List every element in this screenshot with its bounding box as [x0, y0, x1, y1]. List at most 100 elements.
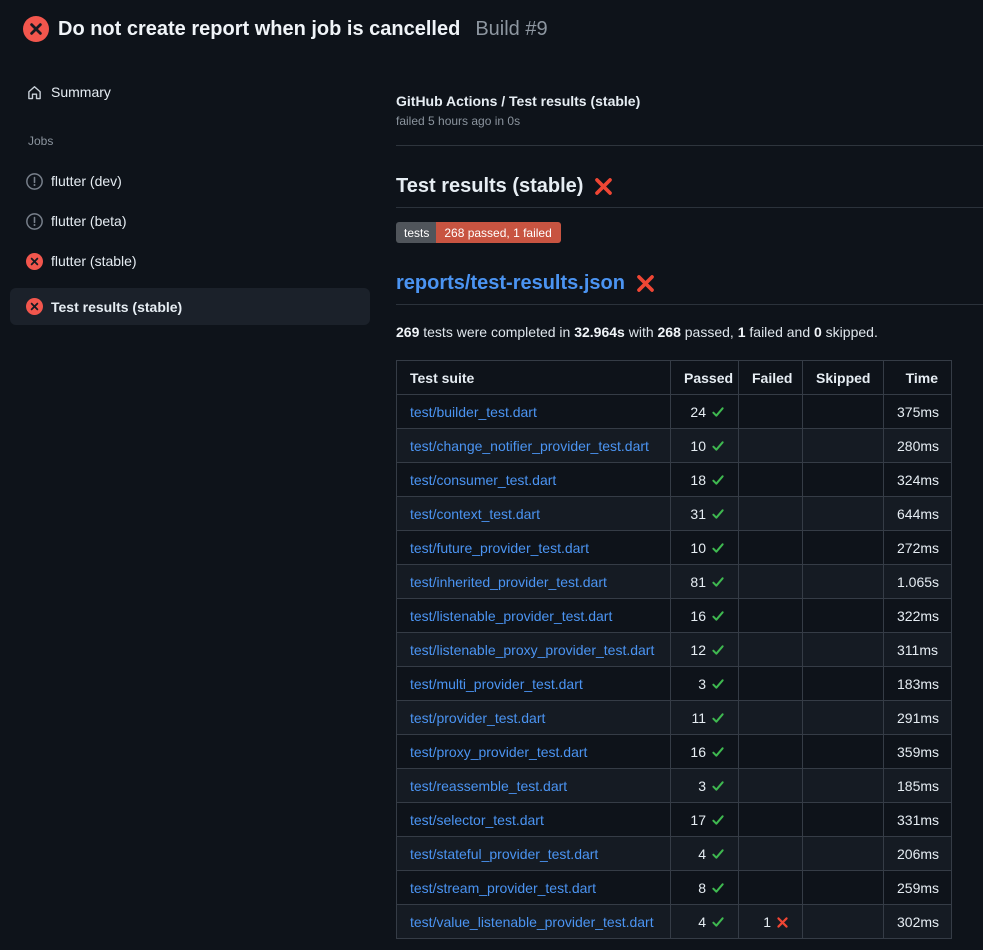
suite-link[interactable]: test/future_provider_test.dart — [410, 540, 589, 556]
suite-link[interactable]: test/inherited_provider_test.dart — [410, 574, 607, 590]
table-row: test/stateful_provider_test.dart 4 206ms — [397, 837, 952, 871]
table-row: test/reassemble_test.dart 3 185ms — [397, 769, 952, 803]
suite-cell: test/change_notifier_provider_test.dart — [397, 429, 671, 463]
tests-badge: tests 268 passed, 1 failed — [396, 222, 561, 243]
suite-cell: test/selector_test.dart — [397, 803, 671, 837]
suite-link[interactable]: test/stateful_provider_test.dart — [410, 846, 598, 862]
col-time: Time — [884, 361, 952, 395]
section-heading-text: Test results (stable) — [396, 175, 583, 198]
skipped-cell — [803, 871, 884, 905]
passed-cell: 17 — [671, 803, 739, 837]
sidebar-item-test-results-stable[interactable]: Test results (stable) — [10, 288, 370, 325]
report-file-link[interactable]: reports/test-results.json — [396, 272, 625, 295]
sidebar-item-flutter-beta[interactable]: flutter (beta) — [10, 208, 370, 234]
passed-cell: 12 — [671, 633, 739, 667]
failed-cell — [739, 395, 803, 429]
count-value: 4 — [698, 846, 706, 862]
passed-cell: 3 — [671, 769, 739, 803]
col-test-suite: Test suite — [397, 361, 671, 395]
skipped-cell — [803, 905, 884, 939]
failed-cell — [739, 735, 803, 769]
run-failed-icon — [23, 16, 49, 42]
check-icon — [711, 915, 725, 929]
suite-link[interactable]: test/listenable_proxy_provider_test.dart — [410, 642, 654, 658]
table-row: test/listenable_provider_test.dart 16 32… — [397, 599, 952, 633]
count-value: 4 — [698, 914, 706, 930]
check-icon — [711, 541, 725, 555]
report-file-heading: reports/test-results.json — [396, 272, 983, 305]
check-icon — [711, 643, 725, 657]
time-cell: 272ms — [884, 531, 952, 565]
breadcrumb: GitHub Actions / Test results (stable) — [396, 93, 983, 109]
suite-cell: test/proxy_provider_test.dart — [397, 735, 671, 769]
col-failed: Failed — [739, 361, 803, 395]
skipped-cell — [803, 701, 884, 735]
suite-link[interactable]: test/listenable_provider_test.dart — [410, 608, 612, 624]
passed-cell: 4 — [671, 837, 739, 871]
suite-cell: test/listenable_proxy_provider_test.dart — [397, 633, 671, 667]
check-icon — [711, 405, 725, 419]
failed-icon — [26, 298, 43, 315]
table-row: test/inherited_provider_test.dart 81 1.0… — [397, 565, 952, 599]
failed-cell — [739, 463, 803, 497]
suite-link[interactable]: test/change_notifier_provider_test.dart — [410, 438, 649, 454]
suite-link[interactable]: test/reassemble_test.dart — [410, 778, 567, 794]
passed-cell: 31 — [671, 497, 739, 531]
failed-cell — [739, 497, 803, 531]
count-value: 24 — [690, 404, 706, 420]
suite-link[interactable]: test/value_listenable_provider_test.dart — [410, 914, 654, 930]
suite-cell: test/multi_provider_test.dart — [397, 667, 671, 701]
suite-link[interactable]: test/selector_test.dart — [410, 812, 544, 828]
failed-cell — [739, 429, 803, 463]
sidebar-item-summary[interactable]: Summary — [10, 79, 370, 105]
check-icon — [711, 507, 725, 521]
x-icon — [776, 916, 789, 929]
jobs-list: flutter (dev) flutter (beta) flutter (st… — [0, 168, 380, 325]
count-value: 1 — [763, 914, 771, 930]
cross-mark-icon — [593, 176, 614, 197]
table-row: test/context_test.dart 31 644ms — [397, 497, 952, 531]
count-value: 18 — [690, 472, 706, 488]
passed-cell: 3 — [671, 667, 739, 701]
suite-link[interactable]: test/stream_provider_test.dart — [410, 880, 596, 896]
suite-link[interactable]: test/builder_test.dart — [410, 404, 537, 420]
suite-cell: test/stateful_provider_test.dart — [397, 837, 671, 871]
count-value: 3 — [698, 676, 706, 692]
passed-cell: 81 — [671, 565, 739, 599]
failed-cell — [739, 599, 803, 633]
sidebar-item-flutter-dev[interactable]: flutter (dev) — [10, 168, 370, 194]
suite-link[interactable]: test/context_test.dart — [410, 506, 540, 522]
failed-cell — [739, 837, 803, 871]
skipped-cell — [803, 735, 884, 769]
sidebar-item-flutter-stable[interactable]: flutter (stable) — [10, 248, 370, 274]
failed-cell — [739, 871, 803, 905]
passed-cell: 16 — [671, 735, 739, 769]
time-cell: 311ms — [884, 633, 952, 667]
skipped-cell — [803, 463, 884, 497]
section-heading: Test results (stable) — [396, 175, 983, 208]
time-cell: 280ms — [884, 429, 952, 463]
table-row: test/consumer_test.dart 18 324ms — [397, 463, 952, 497]
time-cell: 206ms — [884, 837, 952, 871]
suite-link[interactable]: test/proxy_provider_test.dart — [410, 744, 587, 760]
time-cell: 291ms — [884, 701, 952, 735]
suite-link[interactable]: test/consumer_test.dart — [410, 472, 556, 488]
skipped-cell — [803, 633, 884, 667]
passed-cell: 18 — [671, 463, 739, 497]
failed-icon — [26, 253, 43, 270]
time-cell: 644ms — [884, 497, 952, 531]
table-row: test/change_notifier_provider_test.dart … — [397, 429, 952, 463]
time-cell: 185ms — [884, 769, 952, 803]
suite-link[interactable]: test/provider_test.dart — [410, 710, 545, 726]
skipped-cell — [803, 803, 884, 837]
suite-cell: test/value_listenable_provider_test.dart — [397, 905, 671, 939]
summary-sentence: 269 tests were completed in 32.964s with… — [396, 324, 983, 340]
suite-cell: test/builder_test.dart — [397, 395, 671, 429]
count-value: 17 — [690, 812, 706, 828]
failed-cell — [739, 633, 803, 667]
col-skipped: Skipped — [803, 361, 884, 395]
skipped-cell — [803, 429, 884, 463]
run-header: Do not create report when job is cancell… — [0, 0, 983, 56]
suite-link[interactable]: test/multi_provider_test.dart — [410, 676, 583, 692]
suite-cell: test/context_test.dart — [397, 497, 671, 531]
